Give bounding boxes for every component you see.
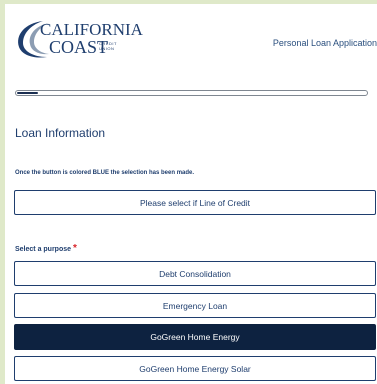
line-of-credit-label: Please select if Line of Credit: [139, 197, 251, 208]
credit-union-logo[interactable]: CALIFORNIA COAST CREDIT UNION: [13, 17, 143, 61]
logo-wordmark-subtitle: CREDIT UNION: [99, 41, 117, 51]
page-header: CALIFORNIA COAST CREDIT UNION Personal L…: [5, 4, 377, 74]
purpose-option-label: GoGreen Home Energy: [150, 332, 240, 342]
purpose-label-text: Select a purpose: [15, 246, 72, 253]
purpose-option-emergency-loan[interactable]: Emergency Loan: [14, 293, 376, 318]
progress-bar-fill: [17, 92, 38, 94]
section-title: Loan Information: [15, 126, 106, 140]
purpose-option-debt-consolidation[interactable]: Debt Consolidation: [14, 261, 376, 286]
required-marker: *: [73, 243, 77, 254]
purpose-option-label: Emergency Loan: [162, 300, 228, 311]
purpose-option-label: GoGreen Home Energy Solar: [139, 363, 251, 374]
purpose-option-label: Debt Consolidation: [159, 268, 231, 279]
loan-application-page: CALIFORNIA COAST CREDIT UNION Personal L…: [5, 4, 377, 384]
selection-hint: Once the button is colored BLUE the sele…: [15, 170, 195, 176]
line-of-credit-button[interactable]: Please select if Line of Credit: [14, 190, 376, 215]
purpose-option-gogreen-home-energy-solar[interactable]: GoGreen Home Energy Solar: [14, 356, 376, 381]
purpose-label: Select a purpose *: [15, 243, 77, 254]
application-title: Personal Loan Application: [272, 38, 377, 48]
progress-bar: [15, 90, 368, 96]
purpose-option-gogreen-home-energy[interactable]: GoGreen Home Energy: [14, 324, 376, 350]
